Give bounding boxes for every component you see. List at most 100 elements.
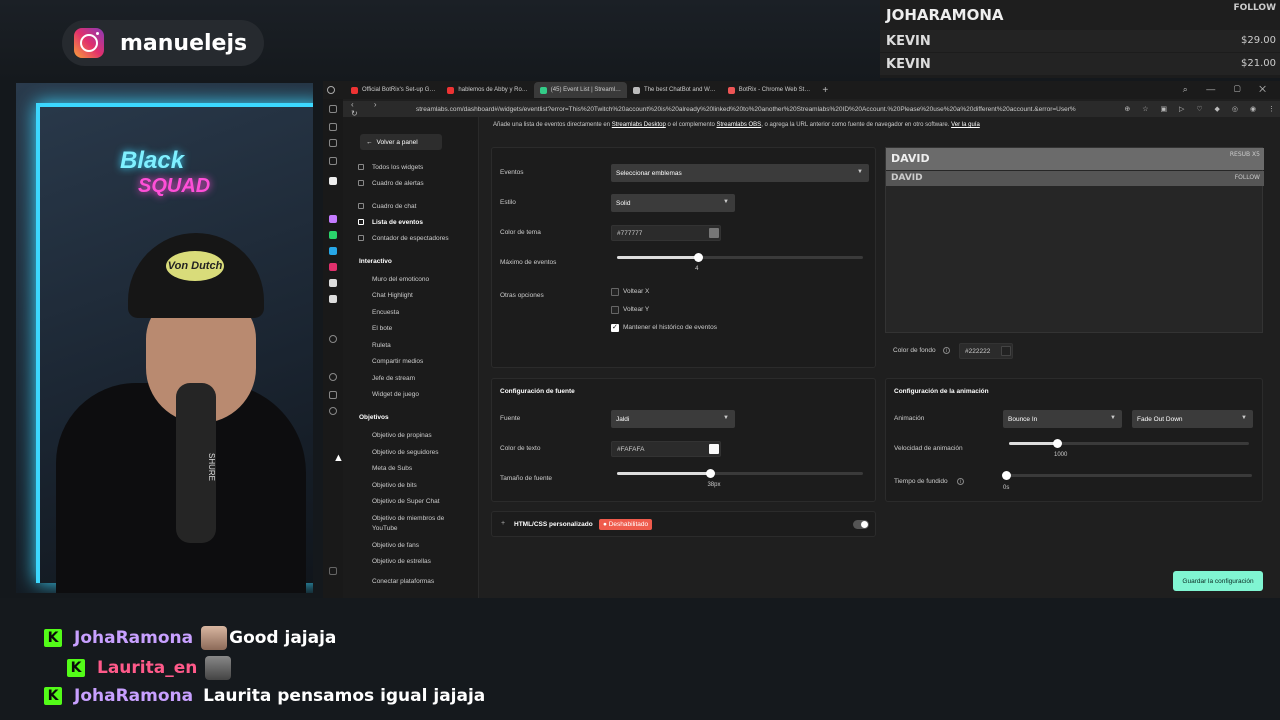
bg-color-swatch[interactable] [1001,346,1011,356]
info-icon[interactable]: i [943,347,950,354]
chat-message: K Laurita_en [67,656,233,680]
back-to-panel-button[interactable]: ← Volver a panel [360,134,442,150]
notice-text: o el complemento [667,122,715,128]
timer-icon[interactable] [329,373,337,381]
slider-handle[interactable] [694,253,704,262]
url-text[interactable]: streamlabs.com/dashboard#/widgets/eventl… [416,106,1116,113]
text-color-swatch[interactable] [709,444,719,454]
guide-link[interactable]: Ver la guía [951,122,980,128]
sidebar-item-alert-box[interactable]: Cuadro de alertas [372,180,424,187]
sidebar-item[interactable]: Objetivo de miembros de [372,515,444,522]
max-events-slider[interactable] [617,253,863,262]
theme-color-input[interactable]: #777777 [611,225,721,241]
more-icon[interactable] [329,567,337,575]
webcam-feed: Black SQUAD Von Dutch SHURE [16,83,313,593]
text-color-label: Color de texto [500,445,541,452]
tiktok-icon[interactable] [329,279,337,287]
flip-y-checkbox[interactable] [611,306,619,314]
x-icon[interactable] [329,295,337,303]
downloads-icon[interactable] [329,157,337,165]
sidebar-item[interactable]: Objetivo de Super Chat [372,498,440,505]
sidebar-item[interactable]: Objetivo de fans [372,542,419,549]
event-list-overlay: JOHARAMONA FOLLOW KEVIN $29.00 KEVIN $21… [880,0,1280,78]
whatsapp-icon[interactable] [329,231,337,239]
sidebar-item-viewer-count[interactable]: Contador de espectadores [372,235,449,242]
events-select[interactable]: Seleccionar emblemas ▼ [611,164,869,182]
sidebar-item[interactable]: Objetivo de seguidores [372,449,439,456]
gear-icon[interactable] [329,407,337,415]
fade-time-slider[interactable] [1002,471,1252,480]
sidebar-item[interactable]: Ruleta [372,342,391,349]
sidebar-section-interactive[interactable]: Interactivo [359,258,392,265]
nav-buttons[interactable]: ‹ › ↻ [351,100,410,118]
slider-handle[interactable] [1053,439,1062,448]
sidebar-item[interactable]: Compartir medios [372,358,423,365]
sidebar-item[interactable]: El bote [372,325,392,332]
history-icon[interactable] [329,139,337,147]
event-list-preview: DAVID RESUB X5 DAVID FOLLOW [885,147,1264,333]
sidebar-section-goals[interactable]: Objetivos [359,414,389,421]
neon-sign-line1: Black [120,147,185,174]
browser-tab[interactable]: Official BotRix's Set-up G… [345,82,441,98]
theme-color-label: Color de tema [500,229,541,236]
keep-history-checkbox[interactable] [611,323,619,332]
sidebar-item[interactable]: Encuesta [372,309,399,316]
sidebar-item[interactable]: Chat Highlight [372,292,413,299]
sidebar-item[interactable]: Objetivo de propinas [372,432,432,439]
sidebar-item[interactable]: YouTube [372,525,398,532]
sidebar-item[interactable]: Objetivo de bits [372,482,417,489]
save-button[interactable]: Guardar la configuración [1173,571,1263,591]
window-controls[interactable]: ⌕ — ▢ ✕ [1183,84,1274,95]
browser-tab[interactable]: hablemos de Abby y Ro… [441,82,533,98]
sidebar-item[interactable]: Jefe de stream [372,375,415,382]
sidebar-item[interactable]: Widget de juego [372,391,419,398]
new-tab-button[interactable]: + [822,85,828,96]
info-icon[interactable]: i [957,478,964,485]
twitch-icon[interactable] [329,215,337,223]
fade-time-label: Tiempo de fundido [894,478,948,485]
preview-row: DAVID FOLLOW [886,171,1264,186]
bookmark-icon[interactable] [329,123,337,131]
extension-icons[interactable]: ⊕ ☆ ▣ ▷ ♡ ◆ ◎ ◉ ⋮ [1124,105,1280,113]
style-select[interactable]: Solid ▼ [611,194,735,212]
sidebar-item-connect-platforms[interactable]: Conectar plataformas [372,578,434,585]
slider-handle[interactable] [1002,471,1011,480]
events-select-value: Seleccionar emblemas [616,169,682,177]
speed-slider[interactable] [1009,439,1249,448]
sidebar-item-all-widgets[interactable]: Todos los widgets [372,164,423,171]
browser-tab-active[interactable]: (45) Event List | Streaml… [533,82,628,98]
animation-out-select[interactable]: Fade Out Down ▼ [1132,410,1253,428]
slider-handle[interactable] [706,469,716,478]
clock-icon[interactable] [329,335,337,343]
sidebar-item[interactable]: Objetivo de estrellas [372,558,431,565]
overlay-follow-badge: FOLLOW [1233,3,1276,13]
custom-html-toggle[interactable] [853,520,869,529]
font-size-slider[interactable] [617,469,863,478]
streamlabs-desktop-link[interactable]: Streamlabs Desktop [612,122,666,128]
arrow-icon[interactable] [329,177,337,185]
telegram-icon[interactable] [329,247,337,255]
browser-tab[interactable]: The best ChatBot and W… [627,82,722,98]
bg-color-label: Color de fondo [893,347,936,354]
sidebar-item[interactable]: Meta de Subs [372,465,412,472]
sidebar-item[interactable]: Muro del emoticono [372,276,429,283]
browser-tab[interactable]: BotRix - Chrome Web St… [722,82,817,98]
plus-icon[interactable]: + [501,520,505,527]
tab-label: The best ChatBot and W… [644,87,716,93]
sidebar-item-event-list[interactable]: Lista de eventos [372,219,423,226]
bulb-icon[interactable] [329,391,337,399]
text-color-input[interactable]: #FAFAFA [611,441,721,457]
font-select[interactable]: Jaldi ▼ [611,410,735,428]
chat-area: K JohaRamona Good jajaja K Laurita_en K … [0,598,1280,720]
instagram-rail-icon[interactable] [329,263,337,271]
tab-favicon-icon [727,86,735,94]
home-icon[interactable] [329,105,337,113]
streamlabs-obs-link[interactable]: Streamlabs OBS [717,122,762,128]
theme-color-swatch[interactable] [709,228,719,238]
address-bar[interactable]: ‹ › ↻ streamlabs.com/dashboard#/widgets/… [343,100,1280,118]
sidebar-item-chat-box[interactable]: Cuadro de chat [372,203,416,210]
flip-x-checkbox[interactable] [611,288,619,296]
overlay-row-value: $21.00 [1241,58,1276,69]
theme-color-value: #777777 [617,229,643,237]
animation-in-select[interactable]: Bounce In ▼ [1003,410,1122,428]
